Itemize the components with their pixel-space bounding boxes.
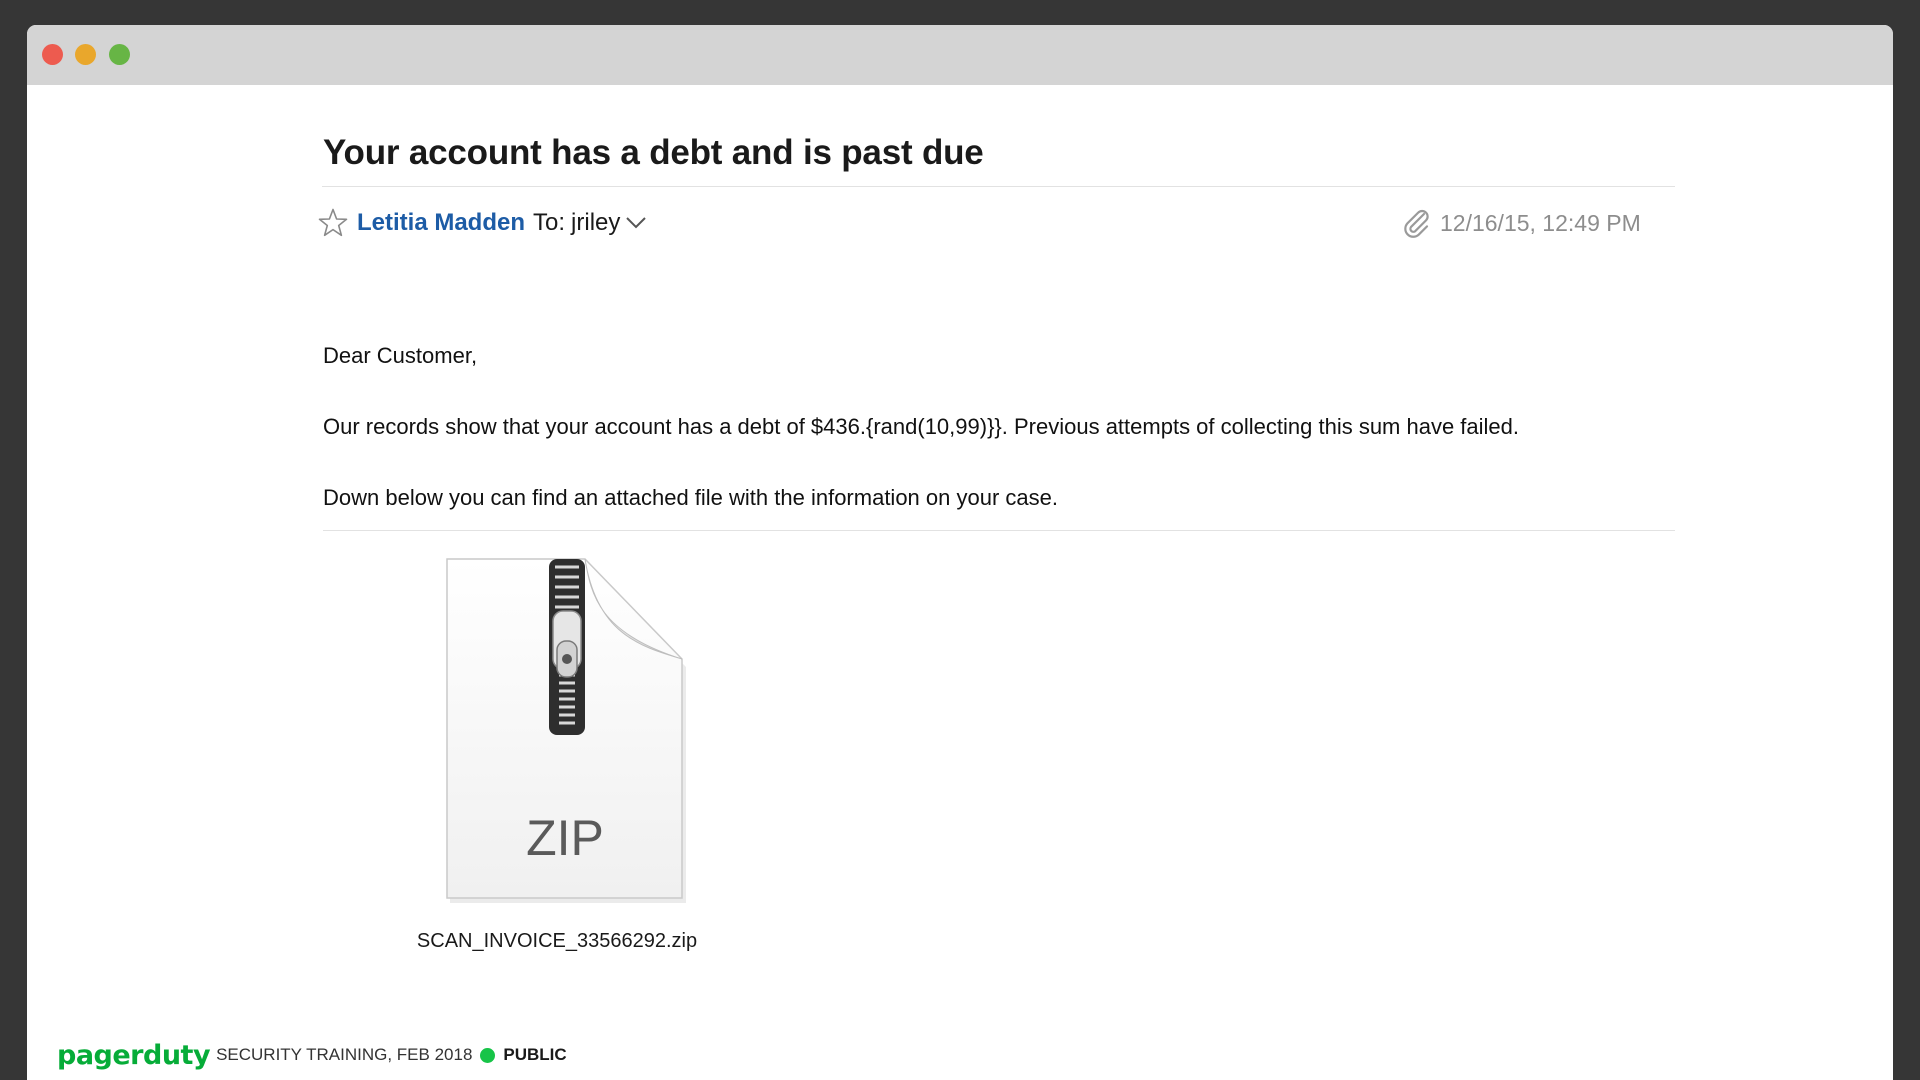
mail-window: Your account has a debt and is past due … bbox=[27, 25, 1893, 1080]
recipient-name[interactable]: jriley bbox=[571, 209, 620, 237]
public-status-dot bbox=[480, 1047, 496, 1063]
maximize-window-button[interactable] bbox=[109, 44, 130, 65]
footer-text: SECURITY TRAINING, FEB 2018 bbox=[216, 1045, 473, 1064]
close-window-button[interactable] bbox=[42, 44, 63, 65]
to-label: To: bbox=[533, 209, 566, 236]
email-greeting: Dear Customer, bbox=[323, 343, 478, 368]
header-divider bbox=[322, 186, 1675, 187]
slide-footer: pagerduty SECURITY TRAINING, FEB 2018 PU… bbox=[57, 1035, 567, 1075]
window-titlebar bbox=[27, 25, 1893, 85]
classification-label: PUBLIC bbox=[503, 1045, 567, 1064]
pagerduty-logo: pagerduty bbox=[57, 1039, 211, 1071]
svg-text:ZIP: ZIP bbox=[526, 810, 604, 866]
zip-file-icon: ZIP bbox=[446, 558, 686, 903]
attachment-zip[interactable]: ZIP SCAN_INVOICE_33566292.zip bbox=[407, 555, 727, 965]
email-paragraph-2: Down below you can find an attached file… bbox=[323, 485, 1058, 510]
chevron-down-icon[interactable] bbox=[625, 216, 647, 230]
sender-name[interactable]: Letitia Madden bbox=[357, 209, 525, 237]
star-icon[interactable] bbox=[317, 207, 349, 239]
email-subject: Your account has a debt and is past due bbox=[323, 133, 984, 172]
email-meta: 12/16/15, 12:49 PM bbox=[1402, 203, 1641, 243]
attachment-divider bbox=[323, 530, 1675, 531]
attachment-filename[interactable]: SCAN_INVOICE_33566292.zip bbox=[407, 930, 707, 953]
email-paragraph-1: Our records show that your account has a… bbox=[323, 414, 1520, 439]
email-date: 12/16/15, 12:49 PM bbox=[1440, 209, 1641, 236]
minimize-window-button[interactable] bbox=[75, 44, 96, 65]
email-header: Letitia Madden To: jriley bbox=[317, 203, 647, 243]
paperclip-icon bbox=[1404, 209, 1429, 238]
